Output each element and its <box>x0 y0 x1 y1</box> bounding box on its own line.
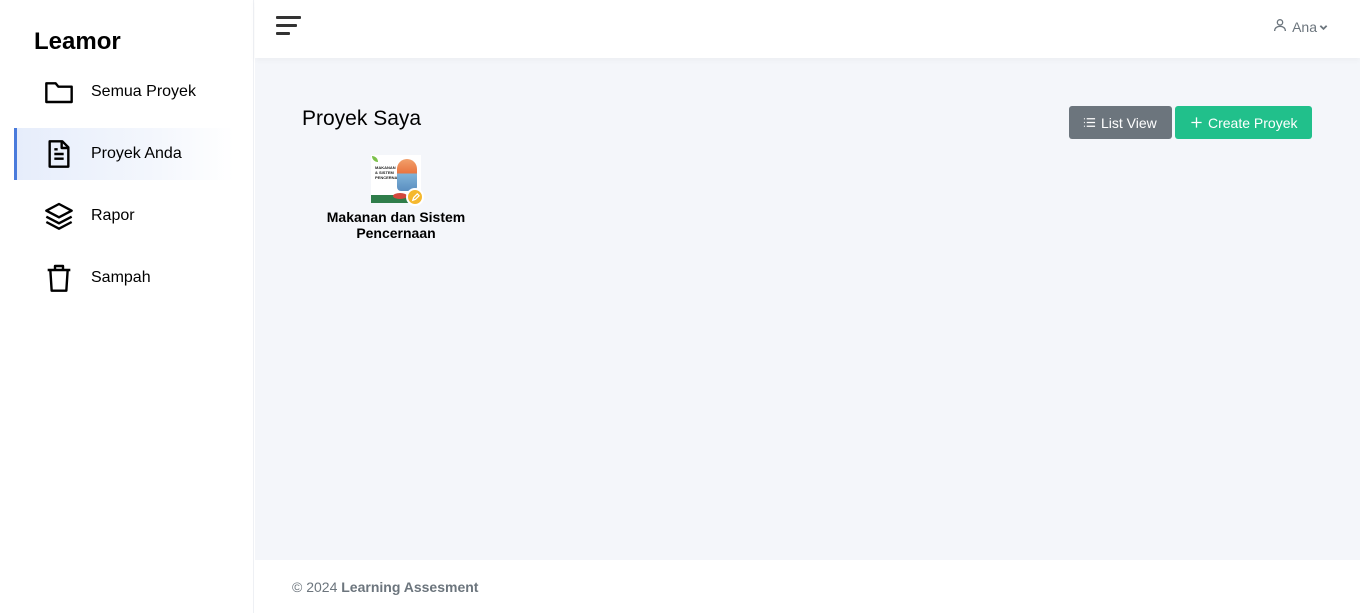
footer-copyright: © 2024 <box>292 579 338 595</box>
list-icon <box>1083 116 1096 129</box>
document-icon <box>42 137 76 171</box>
sidebar-item-semua-proyek[interactable]: Semua Proyek <box>14 66 234 118</box>
user-menu[interactable]: Ana <box>1272 17 1332 36</box>
layers-icon <box>42 199 76 233</box>
footer-text: © 2024 Learning Assesment <box>292 579 478 595</box>
footer: © 2024 Learning Assesment <box>255 560 1360 613</box>
topbar: Ana <box>255 0 1360 58</box>
project-thumbnail: MAKANAN & SISTEM PENCERNAAN <box>371 155 424 206</box>
sidebar-item-rapor[interactable]: Rapor <box>14 190 234 242</box>
sidebar-item-label: Semua Proyek <box>91 83 196 100</box>
sidebar-item-label: Sampah <box>91 269 151 286</box>
project-name: Makanan dan Sistem Pencernaan <box>326 209 466 241</box>
sidebar-item-label: Proyek Anda <box>91 145 182 162</box>
chevron-down-icon <box>1319 19 1332 35</box>
create-proyek-label: Create Proyek <box>1208 114 1298 131</box>
sidebar-item-proyek-anda[interactable]: Proyek Anda <box>14 128 234 180</box>
list-view-label: List View <box>1101 114 1157 131</box>
brand-logo[interactable]: Leamor <box>34 28 121 56</box>
hamburger-menu-icon[interactable] <box>276 16 302 36</box>
sidebar-item-label: Rapor <box>91 207 135 224</box>
folder-icon <box>42 75 76 109</box>
list-view-button[interactable]: List View <box>1069 106 1172 139</box>
sidebar-nav: Semua Proyek Proyek Anda Rapor Sampah <box>14 66 234 314</box>
edit-icon[interactable] <box>406 188 424 206</box>
user-icon <box>1272 17 1292 36</box>
sidebar: Leamor Semua Proyek Proyek Anda Rapor Sa… <box>0 0 254 613</box>
thumbnail-text: MAKANAN & SISTEM PENCERNAAN <box>375 165 404 180</box>
trash-icon <box>42 261 76 295</box>
plus-icon <box>1190 116 1203 129</box>
user-name: Ana <box>1292 18 1317 35</box>
page-title: Proyek Saya <box>302 107 422 130</box>
footer-org: Learning Assesment <box>341 579 479 595</box>
main-content: Proyek Saya List View Create Proyek MAKA… <box>255 58 1360 560</box>
sidebar-item-sampah[interactable]: Sampah <box>14 252 234 304</box>
create-proyek-button[interactable]: Create Proyek <box>1175 106 1312 139</box>
project-card[interactable]: MAKANAN & SISTEM PENCERNAAN Makanan dan … <box>321 155 471 241</box>
